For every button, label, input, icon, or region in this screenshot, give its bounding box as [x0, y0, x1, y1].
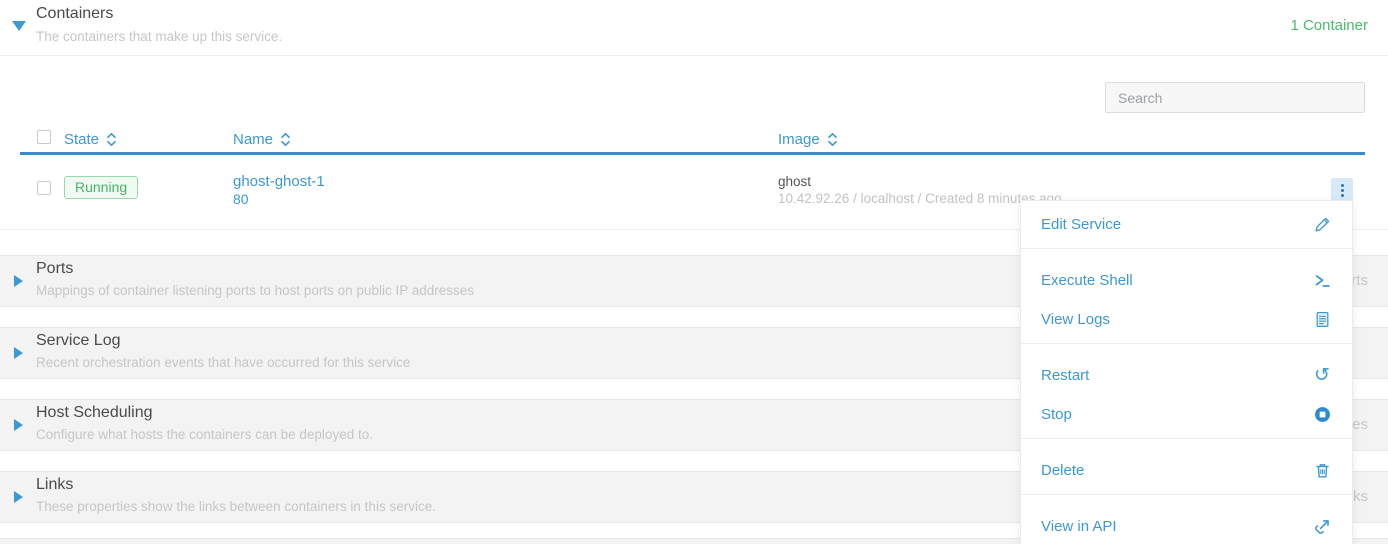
menu-item-execute-shell[interactable]: Execute Shell: [1021, 261, 1352, 300]
column-header-state[interactable]: State: [64, 131, 233, 148]
containers-section-subtitle: The containers that make up this service…: [36, 29, 282, 44]
menu-item-edit-service[interactable]: Edit Service: [1021, 205, 1352, 244]
service-detail-page: Containers The containers that make up t…: [0, 0, 1388, 544]
image-name: ghost: [778, 173, 1331, 190]
container-count-badge: 1 Container: [1290, 17, 1368, 34]
select-all-checkbox[interactable]: [37, 130, 51, 144]
header-checkbox-cell: [20, 130, 64, 149]
container-port: 80: [233, 191, 778, 208]
menu-divider: [1021, 494, 1352, 495]
menu-item-restart[interactable]: Restart ↺: [1021, 356, 1352, 395]
column-header-name[interactable]: Name: [233, 131, 778, 148]
menu-item-stop[interactable]: Stop: [1021, 395, 1352, 434]
expand-arrow-icon[interactable]: [14, 419, 23, 431]
sort-caret-icon: [106, 131, 117, 148]
section-title: Service Log: [36, 332, 121, 350]
section-title: Host Scheduling: [36, 404, 153, 422]
pencil-icon: [1312, 215, 1332, 235]
file-text-icon: [1312, 310, 1332, 330]
section-title: Links: [36, 476, 73, 494]
expand-arrow-icon[interactable]: [14, 275, 23, 287]
menu-divider: [1021, 343, 1352, 344]
expand-arrow-icon[interactable]: [14, 491, 23, 503]
container-name-link[interactable]: ghost-ghost-1: [233, 173, 778, 191]
sort-caret-icon: [280, 131, 291, 148]
collapse-arrow-icon[interactable]: [12, 21, 26, 31]
menu-item-label: Stop: [1041, 406, 1072, 423]
column-header-name-label: Name: [233, 131, 273, 148]
row-checkbox[interactable]: [37, 181, 51, 195]
expand-arrow-icon[interactable]: [14, 347, 23, 359]
menu-item-label: View in API: [1041, 518, 1117, 535]
row-name-cell: ghost-ghost-1 80: [233, 173, 778, 208]
column-header-state-label: State: [64, 131, 99, 148]
trash-icon: [1312, 461, 1332, 481]
menu-item-view-in-api[interactable]: View in API: [1021, 507, 1352, 544]
table-header-row: State Name Image: [20, 127, 1365, 155]
section-subtitle: Mappings of container listening ports to…: [36, 283, 474, 298]
restart-icon: ↺: [1312, 366, 1332, 386]
status-badge: Running: [64, 176, 138, 199]
menu-divider: [1021, 248, 1352, 249]
search-input[interactable]: [1105, 82, 1365, 113]
containers-section-header: Containers The containers that make up t…: [0, 0, 1388, 56]
menu-item-label: Restart: [1041, 367, 1089, 384]
terminal-icon: [1312, 271, 1332, 291]
sort-caret-icon: [827, 131, 838, 148]
menu-item-delete[interactable]: Delete: [1021, 451, 1352, 490]
section-title: Ports: [36, 260, 73, 278]
row-state-cell: Running: [64, 173, 233, 199]
menu-item-label: Delete: [1041, 462, 1084, 479]
column-header-image[interactable]: Image: [778, 131, 1331, 148]
row-actions-menu: Edit Service Execute Shell View Logs Res…: [1020, 200, 1353, 544]
menu-item-label: View Logs: [1041, 311, 1110, 328]
column-header-image-label: Image: [778, 131, 820, 148]
section-subtitle: These properties show the links between …: [36, 499, 436, 514]
row-actions-cell: [1331, 173, 1365, 203]
containers-section-title: Containers: [36, 5, 113, 23]
section-subtitle: Configure what hosts the containers can …: [36, 427, 373, 442]
menu-item-view-logs[interactable]: View Logs: [1021, 300, 1352, 339]
menu-divider: [1021, 438, 1352, 439]
menu-item-label: Execute Shell: [1041, 272, 1133, 289]
section-subtitle: Recent orchestration events that have oc…: [36, 355, 410, 370]
stop-icon: [1312, 405, 1332, 425]
external-link-icon: [1312, 517, 1332, 537]
menu-item-label: Edit Service: [1041, 216, 1121, 233]
row-checkbox-cell: [20, 173, 64, 200]
